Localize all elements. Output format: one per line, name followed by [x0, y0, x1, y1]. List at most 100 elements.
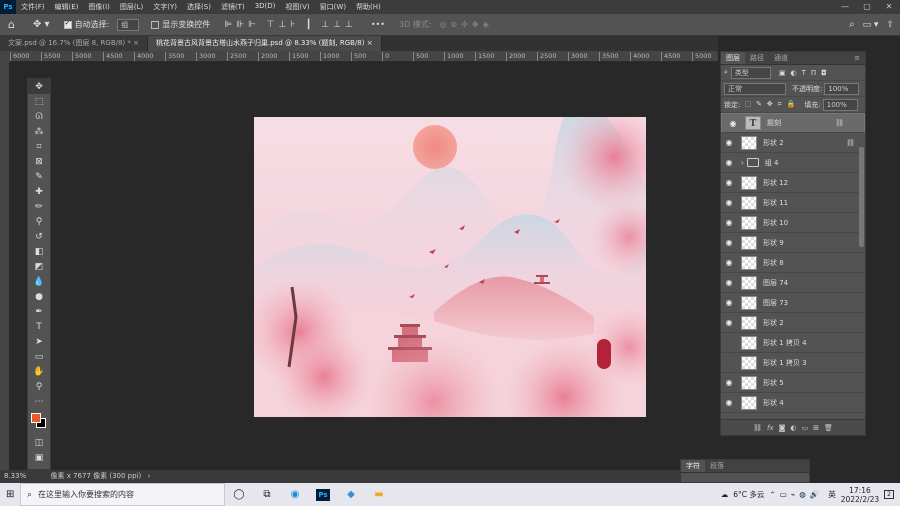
menu-item[interactable]: 图像(I)	[83, 2, 115, 12]
layer-row[interactable]: ◉ 图层 73	[721, 293, 865, 313]
layer-row[interactable]: ◉ 形状 5	[721, 373, 865, 393]
horizontal-ruler[interactable]: 6000 5500 5000 4500 4000 3500 3000 2500 2000 1500…	[10, 51, 718, 62]
status-arrow-icon[interactable]: ›	[147, 472, 150, 480]
edge-browser-icon[interactable]: ◉	[281, 483, 309, 506]
type-tool-icon[interactable]: T	[28, 319, 50, 334]
more-tools-icon[interactable]: ⋯	[28, 394, 50, 409]
workspace-icon[interactable]: ▭ ▾	[863, 20, 879, 30]
layer-row[interactable]: ◉ 形状 1 拷贝 4	[721, 333, 865, 353]
layer-row[interactable]: ◉ 形状 2	[721, 313, 865, 333]
path-select-icon[interactable]: ➤	[28, 334, 50, 349]
filter-type-icons[interactable]: ▣◐TΠ◘	[779, 69, 832, 77]
visibility-eye-icon[interactable]: ◉	[721, 238, 737, 247]
link-layers-icon[interactable]: ⛓	[753, 424, 762, 432]
maximize-button[interactable]: ▢	[856, 0, 878, 14]
tray-icons[interactable]: ⌃▭⌁◍🔊	[769, 490, 823, 499]
color-swatches[interactable]	[28, 409, 50, 435]
visibility-eye-icon[interactable]: ◉	[721, 138, 737, 147]
menu-item[interactable]: 文字(Y)	[148, 2, 182, 12]
crop-tool-icon[interactable]: ⌗	[28, 139, 50, 154]
lasso-tool-icon[interactable]: ᘏ	[28, 109, 50, 124]
home-icon[interactable]: ⌂	[8, 18, 15, 31]
new-group-icon[interactable]: ▭	[802, 424, 809, 432]
close-button[interactable]: ✕	[878, 0, 900, 14]
weather-text[interactable]: 6°C 多云	[733, 489, 764, 500]
tab-wenan[interactable]: 文案.psd @ 16.7% (图层 8, RGB/8) * ×	[0, 36, 148, 51]
healing-brush-icon[interactable]: ✚	[28, 184, 50, 199]
filter-kind-dropdown[interactable]: 类型	[730, 66, 771, 79]
layer-row[interactable]: ◉ 图层 74	[721, 273, 865, 293]
blur-tool-icon[interactable]: 💧	[28, 274, 50, 289]
fx-icon[interactable]: fx	[767, 424, 774, 432]
visibility-eye-icon[interactable]: ◉	[721, 158, 737, 167]
tab-paragraph[interactable]: 段落	[705, 460, 729, 472]
brush-tool-icon[interactable]: ✏	[28, 199, 50, 214]
tab-peach-blossom[interactable]: 桃花背景古风背景古塔山水燕子归巢.psd @ 8.33% (题刻, RGB/8)…	[148, 36, 382, 51]
visibility-eye-icon[interactable]: ◉	[721, 318, 737, 327]
dodge-tool-icon[interactable]: ●	[28, 289, 50, 304]
opacity-input[interactable]: 100%	[824, 82, 860, 95]
tab-paths[interactable]: 路径	[745, 52, 769, 64]
align-icons[interactable]: ⊫⊪⊩ ⊤⊥⊦ ┃	[224, 20, 315, 30]
layer-row[interactable]: ◉ 形状 11	[721, 193, 865, 213]
layer-row[interactable]: ◉ 形状 4	[721, 393, 865, 413]
trash-icon[interactable]: 🗑	[824, 424, 833, 432]
visibility-eye-icon[interactable]: ◉	[721, 398, 737, 407]
document-canvas[interactable]	[254, 117, 646, 417]
document-info[interactable]: 像素 x 7677 像素 (300 ppi)	[50, 472, 141, 480]
file-explorer-icon[interactable]: ▬	[365, 483, 393, 506]
frame-tool-icon[interactable]: ⊠	[28, 154, 50, 169]
tab-character[interactable]: 字符	[681, 460, 705, 472]
layers-scrollbar[interactable]	[859, 147, 864, 247]
menu-item[interactable]: 编辑(E)	[50, 2, 84, 12]
rectangle-tool-icon[interactable]: ▭	[28, 349, 50, 364]
layer-row[interactable]: ◉ 形状 10	[721, 213, 865, 233]
layer-row[interactable]: ◉ 形状 1 拷贝 3	[721, 353, 865, 373]
eraser-tool-icon[interactable]: ◧	[28, 244, 50, 259]
menu-item[interactable]: 帮助(H)	[351, 2, 386, 12]
layer-row[interactable]: ◉ 形状 9	[721, 233, 865, 253]
quick-mask-icon[interactable]: ◫	[28, 435, 50, 450]
share-icon[interactable]: ⇧	[886, 20, 894, 30]
visibility-eye-icon[interactable]: ◉	[721, 358, 737, 367]
fill-input[interactable]: 100%	[822, 98, 858, 111]
auto-select-checkbox[interactable]: 自动选择:	[63, 19, 109, 30]
history-brush-icon[interactable]: ↺	[28, 229, 50, 244]
tab-layers[interactable]: 图层	[721, 52, 745, 64]
menu-item[interactable]: 图层(L)	[115, 2, 148, 12]
tab-channels[interactable]: 通道	[769, 52, 793, 64]
task-view-icon[interactable]: ◯	[225, 483, 253, 506]
widgets-icon[interactable]: ⧉	[253, 483, 281, 506]
layer-row[interactable]: ◉ 形状 8	[721, 253, 865, 273]
hand-tool-icon[interactable]: ✋	[28, 364, 50, 379]
screen-mode-icon[interactable]: ▣	[28, 450, 50, 465]
magic-wand-icon[interactable]: ⁂	[28, 124, 50, 139]
ime-indicator[interactable]: 英	[828, 489, 836, 500]
minimize-button[interactable]: —	[834, 0, 856, 14]
taskbar-search-box[interactable]: ⌕ 在这里输入你要搜索的内容	[20, 483, 225, 506]
visibility-eye-icon[interactable]: ◉	[725, 118, 741, 129]
stamp-tool-icon[interactable]: ⚲	[28, 214, 50, 229]
adjustment-layer-icon[interactable]: ◐	[790, 424, 796, 432]
notification-icon[interactable]: 2	[884, 490, 894, 499]
app-icon[interactable]: ◆	[337, 483, 365, 506]
close-tab-icon[interactable]: ×	[133, 39, 139, 47]
visibility-eye-icon[interactable]: ◉	[721, 338, 737, 347]
3d-mode-icons[interactable]: ◎⊛✣✥◈	[439, 20, 492, 29]
visibility-eye-icon[interactable]: ◉	[721, 218, 737, 227]
windows-start-icon[interactable]: ⊞	[6, 489, 14, 500]
visibility-eye-icon[interactable]: ◉	[721, 258, 737, 267]
distribute-icons[interactable]: ⊥⊥⊥	[321, 20, 357, 30]
visibility-eye-icon[interactable]: ◉	[721, 278, 737, 287]
layer-row[interactable]: ◉ 形状 12	[721, 173, 865, 193]
close-tab-icon[interactable]: ×	[367, 39, 373, 47]
menu-item[interactable]: 选择(S)	[182, 2, 216, 12]
lock-icons[interactable]: ⬚✎✥⌗🔒	[744, 100, 800, 109]
layer-row[interactable]: ◉ T 题刻 ⛓	[721, 113, 865, 133]
auto-select-dropdown[interactable]: 组	[117, 18, 140, 31]
marquee-tool-icon[interactable]: ⬚	[28, 94, 50, 109]
new-layer-icon[interactable]: ⊞	[813, 424, 819, 432]
blend-mode-dropdown[interactable]: 正常	[724, 82, 786, 95]
vertical-ruler[interactable]	[0, 62, 10, 470]
foreground-color-swatch[interactable]	[31, 413, 41, 423]
